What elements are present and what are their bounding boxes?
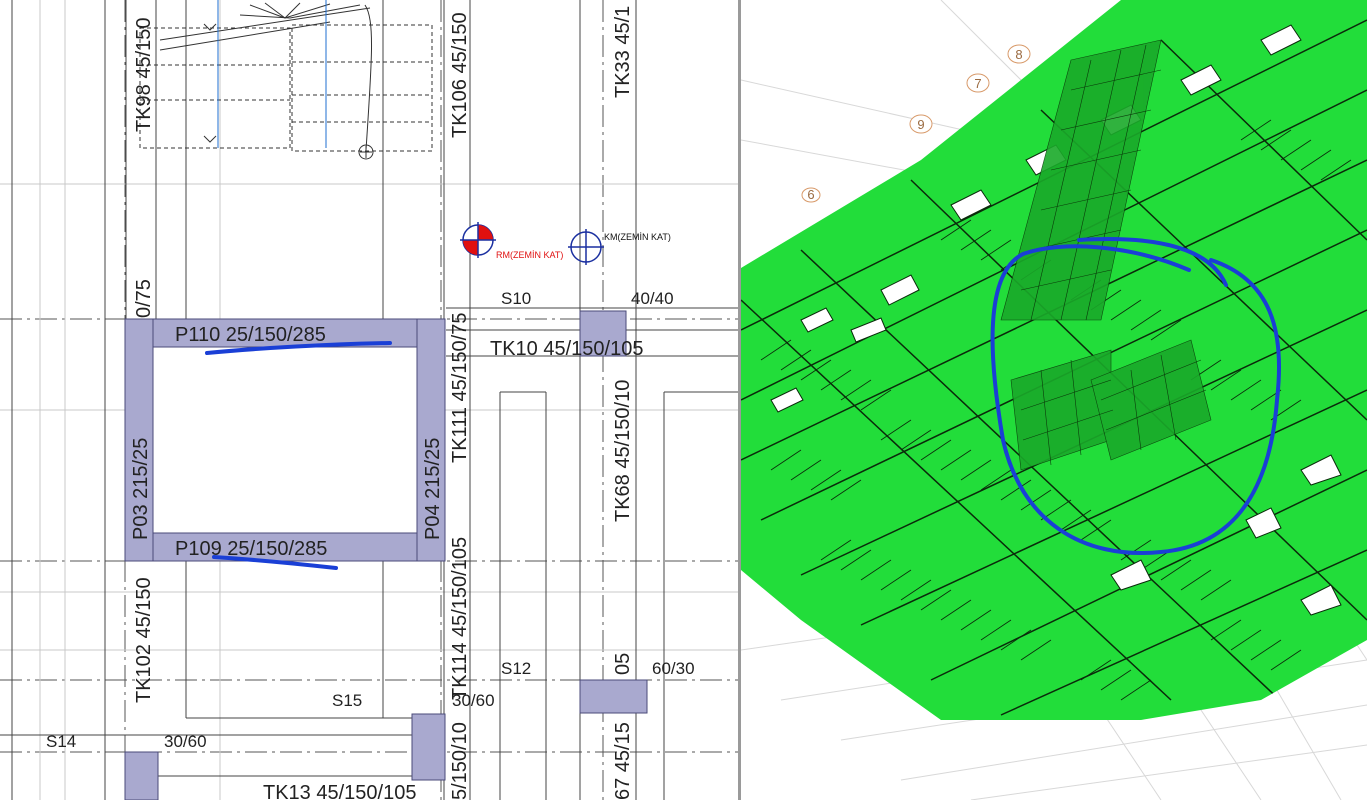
column-size-s15: 30/60 xyxy=(452,691,495,710)
beam-label-tk13: TK13 45/150/105 xyxy=(263,782,416,800)
structure-model xyxy=(741,0,1367,720)
beam-label-tk114: TK114 45/150/105 xyxy=(449,537,471,700)
beam-label-tk102: TK102 45/150 xyxy=(133,577,155,703)
beam-label-tk68: TK68 45/150/10 xyxy=(612,380,634,522)
beam-label-right-bottom: 5/150/10 xyxy=(449,722,471,800)
column-s14[interactable] xyxy=(124,751,159,800)
3d-model-viewport[interactable]: 9 7 8 6 xyxy=(741,0,1367,800)
wall-label-p110: P110 25/150/285 xyxy=(175,324,326,346)
column-label-s14: S14 xyxy=(46,732,76,751)
rm-marker-icon[interactable] xyxy=(460,222,496,258)
column-size-s14: 30/60 xyxy=(164,732,207,751)
svg-text:9: 9 xyxy=(917,117,924,132)
floor-plan-drawing[interactable]: TK98 45/150 TK106 45/150 TK33 45/1 TK111… xyxy=(0,0,738,800)
svg-text:7: 7 xyxy=(974,76,981,91)
column-size-s12: 60/30 xyxy=(652,659,695,678)
column-s15[interactable] xyxy=(411,713,446,781)
beam-label-tk106: TK106 45/150 xyxy=(449,12,471,138)
beam-label-tk98: TK98 45/150 xyxy=(133,17,155,132)
wall-label-p04: P04 215/25 xyxy=(422,438,444,540)
column-s12[interactable] xyxy=(579,679,648,714)
stair-drawing xyxy=(139,2,433,160)
beam-label-tk67: 67 45/15 xyxy=(612,722,634,800)
column-label-fragment: 05 xyxy=(612,653,634,675)
column-size-s10: 40/40 xyxy=(631,289,674,308)
rm-marker-label: RM(ZEMİN KAT) xyxy=(496,250,563,260)
km-marker-icon[interactable] xyxy=(568,229,604,265)
column-label-s15: S15 xyxy=(332,691,362,710)
beam-label-tk10: TK10 45/150/105 xyxy=(490,338,643,360)
wall-label-p109: P109 25/150/285 xyxy=(175,538,327,560)
plan-view-panel[interactable]: TK98 45/150 TK106 45/150 TK33 45/1 TK111… xyxy=(0,0,738,800)
beam-label-tk33: TK33 45/1 xyxy=(612,6,634,98)
svg-text:6: 6 xyxy=(807,187,814,202)
beam-label-left-top: 0/75 xyxy=(133,279,155,318)
column-label-s10: S10 xyxy=(501,289,531,308)
km-marker-label: KM(ZEMİN KAT) xyxy=(604,232,671,242)
3d-model-drawing[interactable]: 9 7 8 6 xyxy=(741,0,1367,800)
svg-text:8: 8 xyxy=(1015,47,1022,62)
beam-label-tk111: TK111 45/150/75 xyxy=(449,313,471,464)
wall-label-p03: P03 215/25 xyxy=(130,438,152,540)
column-label-s12: S12 xyxy=(501,659,531,678)
